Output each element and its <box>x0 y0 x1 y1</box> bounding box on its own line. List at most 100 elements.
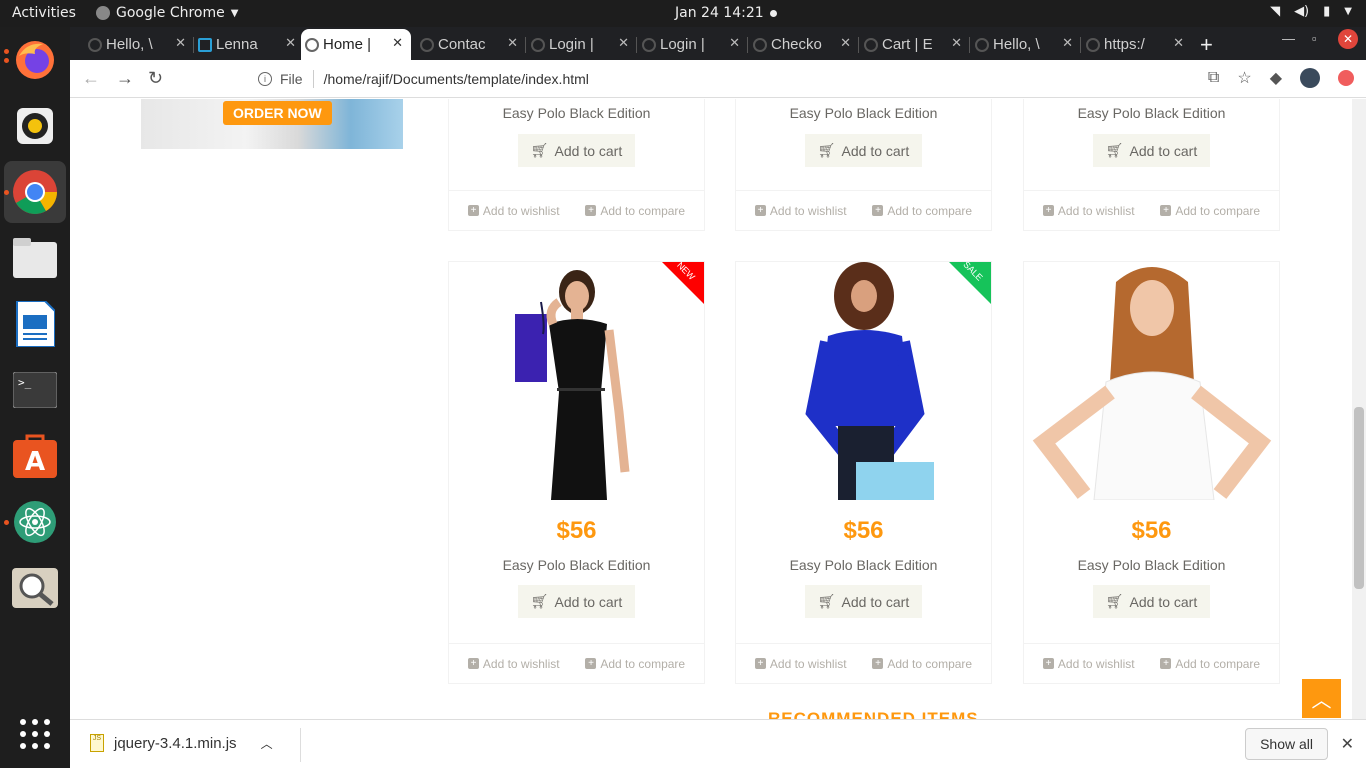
add-to-compare-link[interactable]: + Add to compare <box>585 204 685 218</box>
product-image[interactable]: NEW <box>449 262 704 500</box>
add-to-cart-button[interactable]: 🛒︎ Add to cart <box>1093 134 1210 167</box>
add-to-compare-link[interactable]: + Add to compare <box>1160 204 1260 218</box>
add-to-compare-link[interactable]: + Add to compare <box>585 657 685 671</box>
add-to-cart-button[interactable]: 🛒︎ Add to cart <box>1093 585 1210 618</box>
rhythmbox-icon[interactable] <box>11 102 59 150</box>
tab[interactable]: https:/ ✕ <box>1082 29 1192 60</box>
tab[interactable]: Login | ✕ <box>638 29 748 60</box>
address-bar[interactable]: i File /home/rajif/Documents/template/in… <box>248 65 1258 93</box>
tab-active[interactable]: Home | ✕ <box>301 29 411 60</box>
add-to-wishlist-link[interactable]: + Add to wishlist <box>1042 656 1135 671</box>
section-heading: RECOMMENDED ITEMS <box>768 709 979 719</box>
add-to-wishlist-link[interactable]: + Add to wishlist <box>1042 204 1135 218</box>
product-name[interactable]: Easy Polo Black Edition <box>449 105 704 121</box>
app-menu[interactable]: Google Chrome ▼ <box>96 5 238 21</box>
atom-icon[interactable] <box>11 498 59 546</box>
globe-icon <box>305 38 319 52</box>
writer-icon[interactable] <box>11 300 59 348</box>
chevron-up-icon[interactable]: ︿ <box>261 735 273 752</box>
close-icon[interactable]: ✕ <box>1173 35 1184 51</box>
image-viewer-icon[interactable] <box>11 564 59 612</box>
show-applications-icon[interactable] <box>11 710 59 758</box>
close-window-icon[interactable]: ✕ <box>1338 29 1358 49</box>
system-top-bar: Activities Google Chrome ▼ Jan 24 14:21 … <box>0 0 1366 27</box>
scroll-up-button[interactable]: ︿ <box>1302 679 1341 718</box>
scrollbar-thumb[interactable] <box>1354 407 1364 589</box>
close-icon[interactable]: ✕ <box>618 35 629 51</box>
product-name[interactable]: Easy Polo Black Edition <box>736 557 991 573</box>
product-name[interactable]: Easy Polo Black Edition <box>1024 105 1279 121</box>
maximize-icon[interactable]: ▫ <box>1312 31 1317 46</box>
add-to-compare-link[interactable]: + Add to compare <box>1160 657 1260 671</box>
tab[interactable]: Hello, \ ✕ <box>971 29 1081 60</box>
close-icon[interactable]: ✕ <box>507 35 518 51</box>
add-to-cart-label: Add to cart <box>1129 142 1198 159</box>
activities-button[interactable]: Activities <box>12 5 76 21</box>
vertical-scrollbar[interactable] <box>1352 99 1366 719</box>
promo-banner[interactable]: ORDER NOW <box>141 99 403 149</box>
clock[interactable]: Jan 24 14:21 <box>675 5 777 21</box>
wishlist-label: Add to wishlist <box>1057 656 1135 671</box>
card-footer: + Add to wishlist + Add to compare <box>1024 643 1279 683</box>
add-to-cart-button[interactable]: 🛒︎ Add to cart <box>805 134 922 167</box>
close-icon[interactable]: ✕ <box>1062 35 1073 51</box>
add-to-cart-button[interactable]: 🛒︎ Add to cart <box>518 134 635 167</box>
ribbon-label: SALE <box>961 262 985 283</box>
tab[interactable]: Hello, \ ✕ <box>84 29 194 60</box>
add-to-compare-link[interactable]: + Add to compare <box>872 657 972 671</box>
globe-icon <box>753 38 767 52</box>
software-center-icon[interactable]: A <box>11 432 59 480</box>
order-now-button[interactable]: ORDER NOW <box>223 101 332 125</box>
files-icon[interactable] <box>11 234 59 282</box>
show-all-button[interactable]: Show all <box>1245 728 1328 760</box>
extension-icon[interactable]: ◆ <box>1270 68 1282 88</box>
running-indicator <box>4 58 9 63</box>
download-item[interactable]: JS jquery-3.4.1.min.js ︿ <box>90 734 273 752</box>
add-to-cart-button[interactable]: 🛒︎ Add to cart <box>518 585 635 618</box>
tab[interactable]: Login | ✕ <box>527 29 637 60</box>
add-to-wishlist-link[interactable]: + Add to wishlist <box>754 657 847 671</box>
close-icon[interactable]: ✕ <box>951 35 962 51</box>
url-text[interactable]: /home/rajif/Documents/template/index.htm… <box>324 71 589 87</box>
info-icon[interactable]: i <box>258 72 272 86</box>
running-indicator <box>4 190 9 195</box>
tab[interactable]: Checko ✕ <box>749 29 859 60</box>
add-to-wishlist-link[interactable]: + Add to wishlist <box>467 204 560 218</box>
firefox-icon[interactable] <box>11 36 59 84</box>
app-name: Google Chrome <box>116 5 225 21</box>
profile-avatar[interactable] <box>1300 68 1320 88</box>
new-tab-button[interactable]: + <box>1196 29 1226 60</box>
minimize-icon[interactable]: — <box>1282 31 1295 46</box>
globe-icon <box>531 38 545 52</box>
product-name[interactable]: Easy Polo Black Edition <box>1024 557 1279 573</box>
update-icon[interactable] <box>1338 70 1354 86</box>
tab[interactable]: Cart | E ✕ <box>860 29 970 60</box>
bookmark-star-icon[interactable]: ☆ <box>1237 68 1251 88</box>
running-indicator <box>4 520 9 525</box>
close-icon[interactable]: ✕ <box>1341 734 1354 754</box>
product-image[interactable]: SALE <box>736 262 991 500</box>
chrome-icon[interactable] <box>4 161 66 223</box>
add-to-wishlist-link[interactable]: + Add to wishlist <box>467 657 560 671</box>
add-to-compare-link[interactable]: + Add to compare <box>872 204 972 218</box>
tab[interactable]: Contac ✕ <box>416 29 526 60</box>
close-icon[interactable]: ✕ <box>175 35 186 51</box>
back-arrow-icon[interactable]: ← <box>82 68 100 89</box>
close-icon[interactable]: ✕ <box>285 35 296 51</box>
reload-icon[interactable]: ↻ <box>148 68 163 89</box>
close-icon[interactable]: ✕ <box>840 35 851 51</box>
system-tray[interactable]: ◥ ◀) ▮ ▼ <box>1270 4 1352 19</box>
file-scheme-label: File <box>280 71 303 87</box>
translate-icon[interactable]: ⧉ <box>1208 69 1219 87</box>
forward-arrow-icon[interactable]: → <box>116 68 134 89</box>
product-image[interactable] <box>1024 262 1279 500</box>
tab[interactable]: Lenna ✕ <box>194 29 304 60</box>
add-to-cart-button[interactable]: 🛒︎ Add to cart <box>805 585 922 618</box>
close-icon[interactable]: ✕ <box>729 35 740 51</box>
product-name[interactable]: Easy Polo Black Edition <box>449 557 704 573</box>
product-price: $56 <box>556 517 597 544</box>
product-name[interactable]: Easy Polo Black Edition <box>736 105 991 121</box>
close-icon[interactable]: ✕ <box>392 35 403 51</box>
add-to-wishlist-link[interactable]: + Add to wishlist <box>754 204 847 218</box>
terminal-icon[interactable]: >_ <box>11 366 59 414</box>
